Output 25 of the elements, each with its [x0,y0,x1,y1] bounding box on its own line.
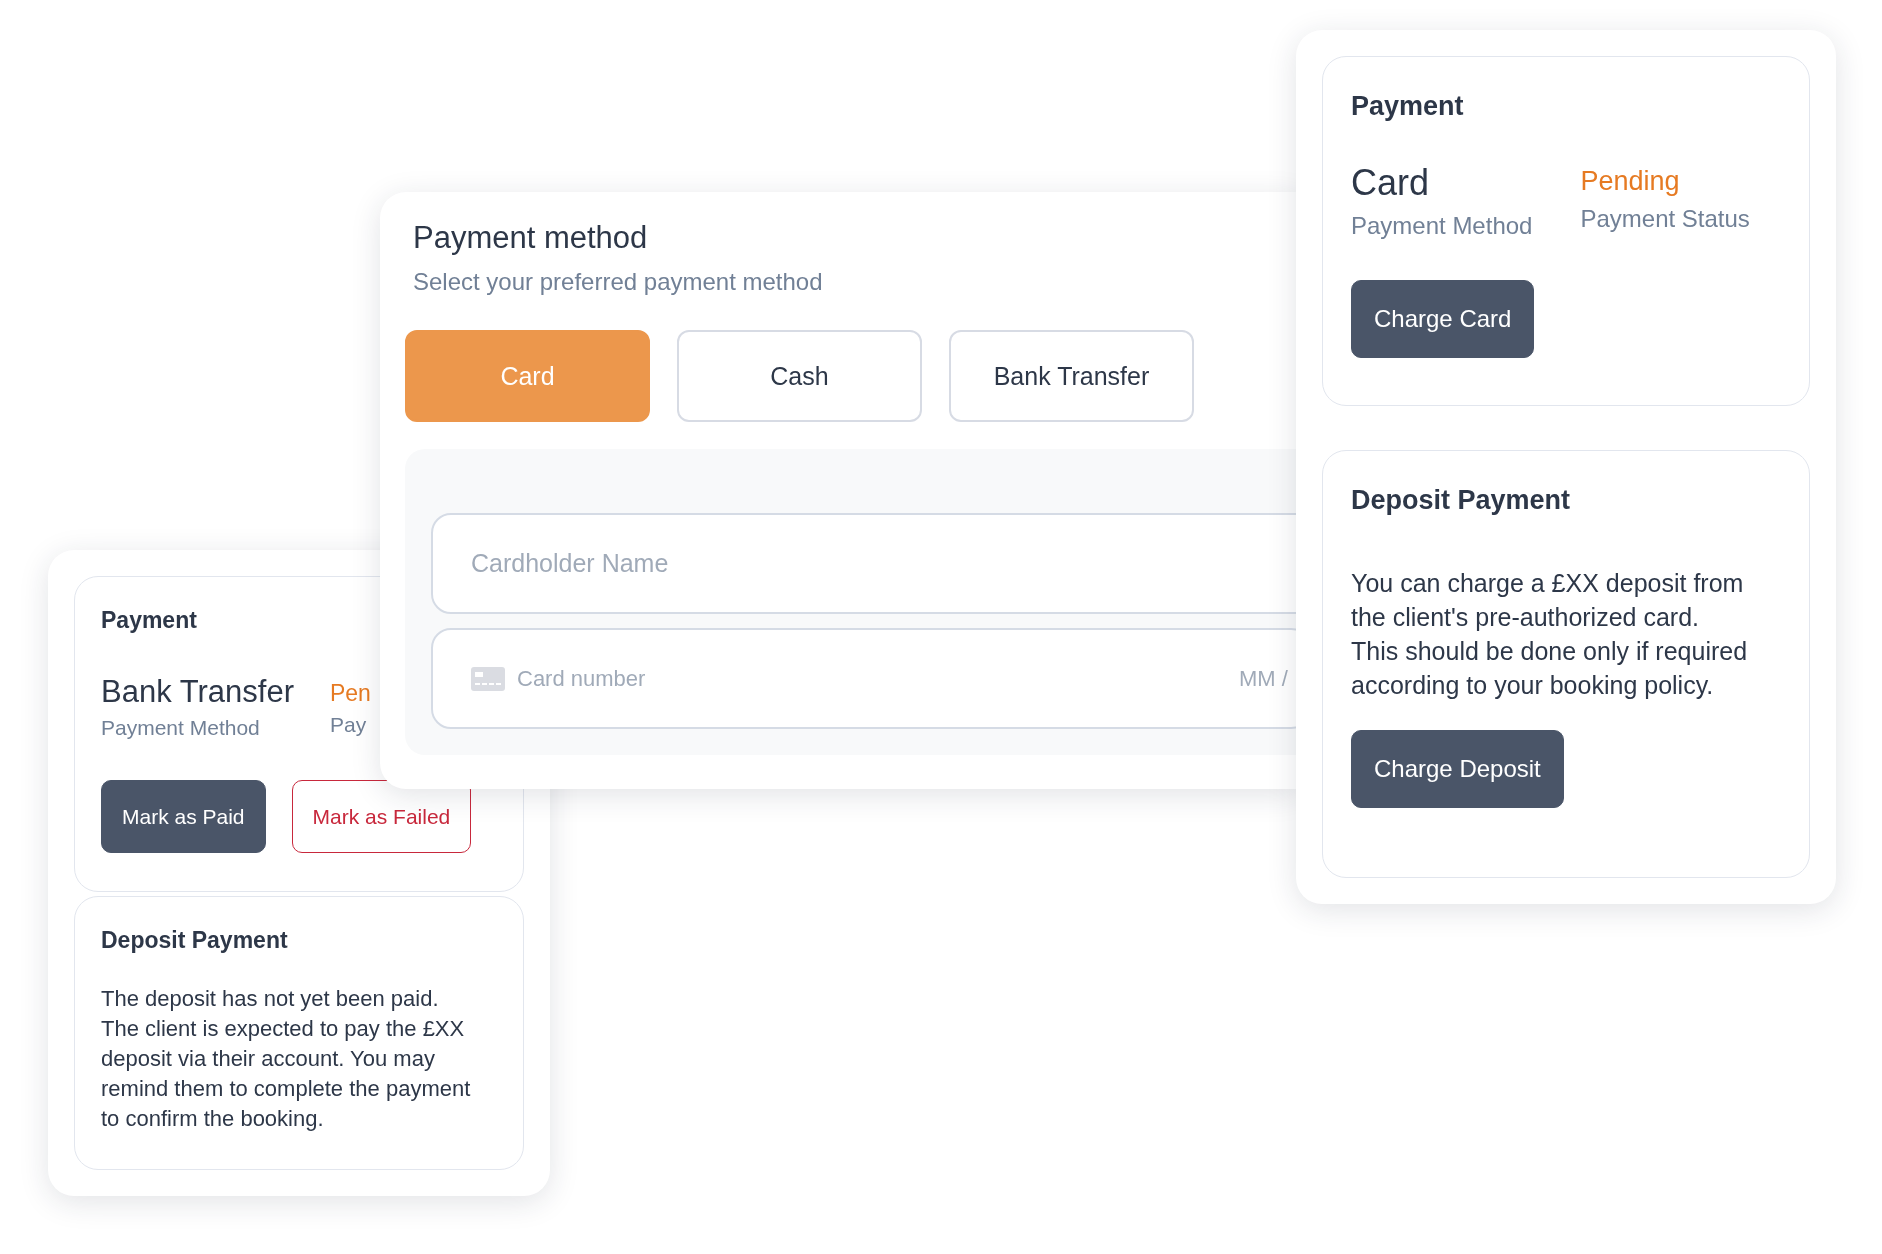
payment-status-value: Pending [1580,166,1681,197]
panel-title: Deposit Payment [101,927,289,954]
payment-status-label: Pay [330,713,368,737]
payment-method-tab[interactable]: Bank Transfer [949,330,1194,422]
card-number-input[interactable]: Card number [517,658,1239,699]
charge-deposit-button[interactable]: Charge Deposit [1351,730,1564,808]
payment-status-value: Pen [330,680,371,707]
panel-subtitle: Select your preferred payment method [412,268,824,296]
panel-title: Payment method [412,220,649,256]
panel-title: Payment [101,607,198,634]
panel-title: Payment [1351,91,1465,122]
deposit-description: You can charge a £XX deposit from the client's pre-authorized card. This should be done only if required according to your booking policy. [1351,568,1749,701]
payment-method-tab[interactable]: Cash [677,330,922,422]
payment-method-label: Payment Method [1351,212,1533,240]
deposit-description: The deposit has not yet been paid. The client is expected to pay the £XX deposit via their account. You may remind them to complete the payment to confirm the booking. [101,985,472,1133]
payment-method-value: Card [1351,162,1431,204]
mark-failed-button[interactable]: Mark as Failed [291,780,472,853]
payment-method-value: Bank Transfer [101,674,294,710]
payment-method-label: Payment Method [101,716,261,740]
panel-title: Deposit Payment [1351,485,1572,516]
payment-status-label: Payment Status [1580,205,1750,233]
credit-card-icon [471,666,505,691]
mark-paid-button[interactable]: Mark as Paid [101,780,266,853]
charge-card-button[interactable]: Charge Card [1351,280,1535,358]
expiry-input[interactable]: MM / [1239,658,1300,699]
